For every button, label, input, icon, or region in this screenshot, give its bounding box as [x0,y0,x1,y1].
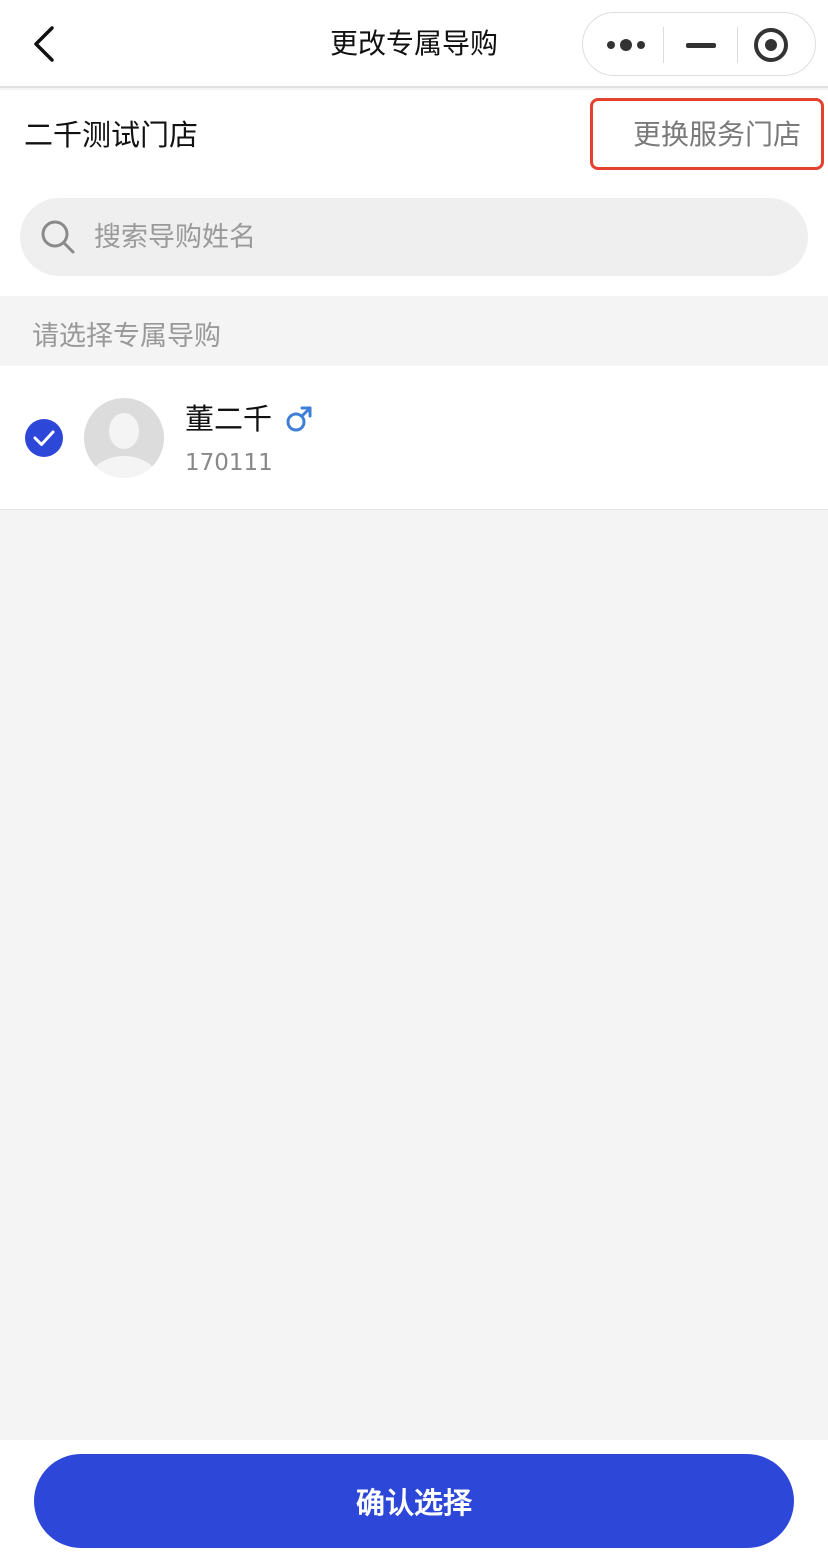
bottom-bar: 确认选择 [0,1440,828,1560]
target-circle-icon [754,28,788,62]
page: 更改专属导购 二千测试门店 更换服务门店 搜索导购姓名 请选择专属导购 董二千 … [0,0,828,1560]
section-title: 请选择专属导购 [32,321,221,352]
confirm-button[interactable]: 确认选择 [34,1454,794,1548]
guide-list-item[interactable]: 董二千 170111 [0,366,828,510]
checked-circle-icon[interactable] [24,418,64,458]
change-store-button[interactable]: 更换服务门店 [590,98,824,170]
more-button[interactable] [583,13,663,77]
guide-id: 170111 [185,450,273,476]
nav-bar: 更改专属导购 [0,0,828,88]
search-icon [41,220,75,254]
minimize-button[interactable] [664,13,737,77]
store-row: 二千测试门店 更换服务门店 [0,90,828,180]
store-name: 二千测试门店 [24,118,199,152]
close-mini-program-button[interactable] [738,13,816,77]
change-store-label: 更换服务门店 [632,118,801,151]
search-section [0,180,828,296]
male-gender-icon [286,406,312,432]
guide-name: 董二千 [185,402,273,436]
avatar [84,398,164,478]
more-dots-icon [607,39,645,51]
search-input[interactable] [94,198,784,276]
minus-icon [686,43,716,48]
mini-program-capsule [582,12,816,76]
section-header: 请选择专属导购 [0,296,828,366]
search-box[interactable] [20,198,808,276]
